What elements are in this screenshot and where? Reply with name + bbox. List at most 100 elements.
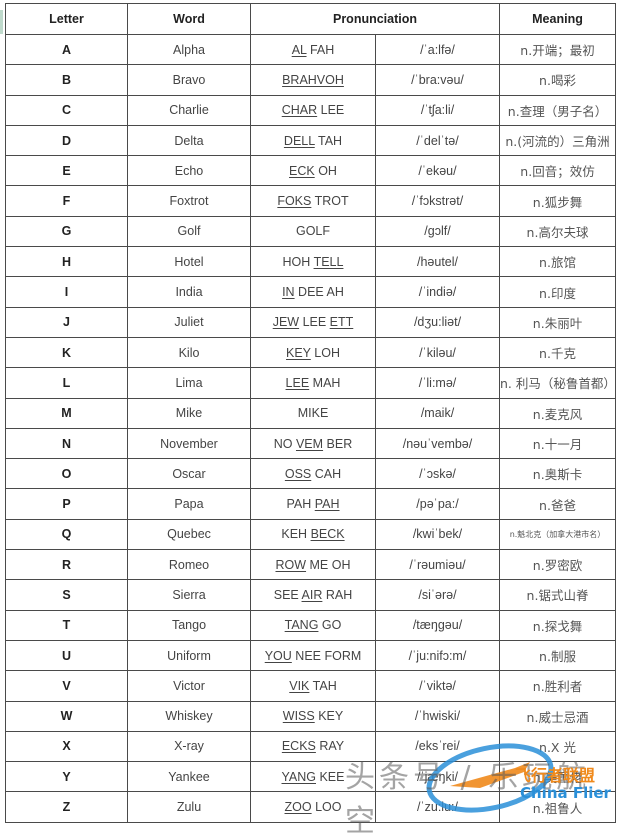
ipa-cell: /ˈa:lfə/	[375, 33, 500, 66]
letter-cell: S	[5, 579, 128, 611]
pronunciation-cell: LEE MAH	[250, 367, 376, 399]
letter-cell: P	[5, 488, 128, 520]
ipa-cell: /ˈhwiski/	[375, 700, 500, 732]
meaning-cell: n.查理（男子名）	[499, 94, 616, 126]
unstressed-syllables: MAH	[309, 375, 341, 390]
table-row: G Golf GOLF/gɔlf/n.高尔夫球	[5, 215, 616, 248]
unstressed-syllables: CAH	[311, 466, 342, 481]
ipa-cell: /maik/	[375, 397, 500, 429]
stressed-syllable: YANG	[281, 769, 317, 784]
meaning-cell: n.奥斯卡	[499, 458, 616, 490]
meaning-cell: n.喝彩	[499, 64, 616, 96]
unstressed-syllables: NO	[273, 436, 296, 451]
ipa-cell: /ˈfɔkstrət/	[375, 185, 500, 217]
stressed-syllable: TELL	[313, 254, 344, 269]
stressed-syllable: AL	[291, 42, 307, 57]
edge-mark	[0, 10, 3, 34]
table-row: D Delta DELL TAH/ˈdelˈtə/n.(河流的）三角洲	[5, 124, 616, 157]
unstressed-syllables: ME OH	[306, 557, 351, 572]
table-row: E Echo ECK OH/ˈekəu/n.回音；效仿	[5, 155, 616, 187]
word-cell: Papa	[127, 488, 251, 520]
letter-cell: R	[5, 549, 128, 581]
meaning-cell: n.朱丽叶	[499, 306, 616, 338]
stressed-syllable: FOKS	[277, 194, 312, 209]
ipa-cell: /ˈli:mə/	[375, 367, 500, 399]
table-row: P Papa PAH PAH/pəˈpa:/n.爸爸	[5, 488, 616, 520]
pronunciation-cell: ECKS RAY	[250, 730, 376, 763]
unstressed-syllables: KEY	[314, 709, 344, 724]
pronunciation-cell: YOU NEE FORM	[250, 639, 376, 672]
word-cell: Delta	[127, 124, 251, 157]
stressed-syllable: ROW	[275, 557, 307, 572]
unstressed-syllables: NEE FORM	[291, 648, 362, 663]
meaning-cell: n.胜利者	[499, 670, 616, 702]
phonetic-alphabet-table: Letter Word Pronunciation Meaning A Alpha…	[5, 3, 616, 823]
ipa-cell: /ˈtʃa:li/	[375, 94, 500, 126]
pronunciation-cell: ZOO LOO	[250, 791, 376, 823]
meaning-cell: n.魁北克（加拿大港市名）	[499, 518, 616, 551]
table-row: K Kilo KEY LOH/ˈkiləu/n.千克	[5, 336, 616, 369]
meaning-cell: n.X 光	[499, 730, 616, 763]
meaning-cell: n.回音；效仿	[499, 155, 616, 187]
table-row: V Victor VIK TAH/ˈviktə/n.胜利者	[5, 670, 616, 702]
header-word: Word	[127, 3, 251, 35]
stressed-syllable: VEM	[295, 436, 324, 451]
pronunciation-cell: NO VEM BER	[250, 427, 376, 460]
table-row: I India IN DEE AH/ˈindiə/n.印度	[5, 276, 616, 308]
table-row: U Uniform YOU NEE FORM/ˈju:nifɔ:m/n.制服	[5, 639, 616, 672]
ipa-cell: /ˈju:nifɔ:m/	[375, 639, 500, 672]
letter-cell: W	[5, 700, 128, 732]
word-cell: Juliet	[127, 306, 251, 338]
stressed-syllable: ECK	[289, 163, 315, 178]
letter-cell: D	[5, 124, 128, 157]
unstressed-syllables: RAH	[322, 587, 353, 602]
word-cell: Whiskey	[127, 700, 251, 732]
pronunciation-cell: GOLF	[250, 215, 376, 248]
word-cell: Lima	[127, 367, 251, 399]
ipa-cell: /pəˈpa:/	[375, 488, 500, 520]
word-cell: India	[127, 276, 251, 308]
table-row: T Tango TANG GO/tæŋgəu/n.探戈舞	[5, 609, 616, 641]
meaning-cell: n.麦克风	[499, 397, 616, 429]
ipa-cell: /ˈekəu/	[375, 155, 500, 187]
header-pronunciation: Pronunciation	[250, 3, 500, 35]
table-row: B Bravo BRAHVOH/ˈbra:vəu/n.喝彩	[5, 64, 616, 96]
unstressed-syllables: SEE	[273, 587, 302, 602]
word-cell: Kilo	[127, 336, 251, 369]
stressed-syllable: OSS	[284, 466, 312, 481]
letter-cell: F	[5, 185, 128, 217]
pronunciation-cell: WISS KEY	[250, 700, 376, 732]
ipa-cell: /həutel/	[375, 246, 500, 278]
word-cell: Zulu	[127, 791, 251, 823]
ipa-cell: /tæŋgəu/	[375, 609, 500, 641]
ipa-cell: /nəuˈvembə/	[375, 427, 500, 460]
unstressed-syllables: GOLF	[295, 224, 331, 239]
stressed-syllable: KEY	[286, 345, 311, 360]
letter-cell: B	[5, 64, 128, 96]
table-row: Y Yankee YANG KEE/ˈjæŋki/n.美国佬	[5, 761, 616, 793]
ipa-cell: /ˈviktə/	[375, 670, 500, 702]
stressed-syllable: JEW	[272, 315, 300, 330]
meaning-cell: n.狐步舞	[499, 185, 616, 217]
stressed-syllable: WISS	[282, 709, 315, 724]
pronunciation-cell: ROW ME OH	[250, 549, 376, 581]
meaning-cell: n.十一月	[499, 427, 616, 460]
word-cell: Echo	[127, 155, 251, 187]
table-row: F Foxtrot FOKS TROT/ˈfɔkstrət/n.狐步舞	[5, 185, 616, 217]
ipa-cell: /ˈkiləu/	[375, 336, 500, 369]
stressed-syllable: ECKS	[281, 739, 316, 754]
unstressed-syllables: DEE AH	[294, 285, 344, 300]
table-row: Z Zulu ZOO LOO/ˈzu:lu:/n.祖鲁人	[5, 791, 616, 823]
stressed-syllable: BECK	[310, 527, 345, 542]
unstressed-syllables: RAY	[315, 739, 345, 754]
stressed-syllable: VIK	[289, 678, 310, 693]
letter-cell: C	[5, 94, 128, 126]
meaning-cell: n.开端；最初	[499, 33, 616, 66]
unstressed-syllables: LOH	[310, 345, 340, 360]
letter-cell: N	[5, 427, 128, 460]
pronunciation-cell: VIK TAH	[250, 670, 376, 702]
table-row: N November NO VEM BER/nəuˈvembə/n.十一月	[5, 427, 616, 460]
ipa-cell: /kwiˈbek/	[375, 518, 500, 551]
ipa-cell: /siˈərə/	[375, 579, 500, 611]
pronunciation-cell: AL FAH	[250, 33, 376, 66]
